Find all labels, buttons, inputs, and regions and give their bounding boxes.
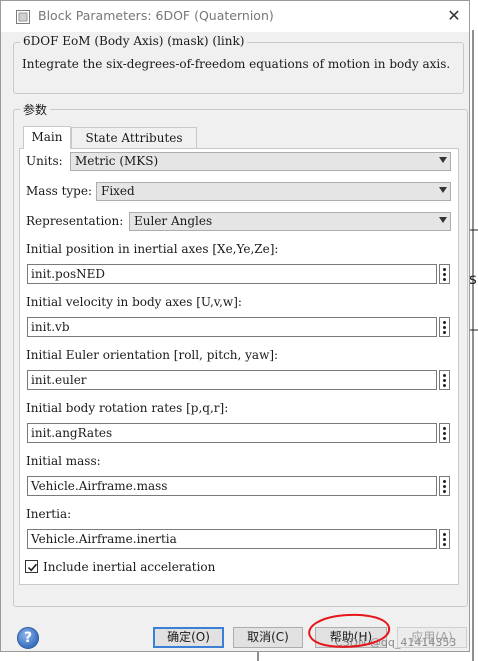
initial-velocity-field[interactable]: init.vb <box>27 317 437 337</box>
initial-mass-field[interactable]: Vehicle.Airframe.mass <box>27 476 437 496</box>
more-options-icon[interactable] <box>439 370 450 390</box>
more-options-icon[interactable] <box>439 317 450 337</box>
initial-velocity-value: init.vb <box>31 320 70 334</box>
representation-label: Representation: <box>26 214 124 228</box>
representation-value: Euler Angles <box>134 214 213 228</box>
initial-rates-field[interactable]: init.angRates <box>27 423 437 443</box>
representation-dropdown[interactable]: Euler Angles <box>129 212 451 231</box>
more-options-icon[interactable] <box>439 264 450 284</box>
chevron-down-icon <box>439 187 447 193</box>
initial-rates-value: init.angRates <box>31 426 113 440</box>
initial-position-label: Initial position in inertial axes [Xe,Ye… <box>26 242 279 256</box>
chevron-down-icon <box>439 217 447 223</box>
more-options-icon[interactable] <box>439 476 450 496</box>
tab-main[interactable]: Main <box>23 126 71 149</box>
more-options-icon[interactable] <box>439 423 450 443</box>
initial-rates-label: Initial body rotation rates [p,q,r]: <box>26 401 229 415</box>
inertia-label: Inertia: <box>26 507 72 521</box>
units-label: Units: <box>26 154 63 168</box>
mask-description-group: 6DOF EoM (Body Axis) (mask) (link) Integ… <box>13 34 464 94</box>
more-options-icon[interactable] <box>439 529 450 549</box>
background-block-text: s <box>469 270 477 288</box>
inertia-field[interactable]: Vehicle.Airframe.inertia <box>27 529 437 549</box>
window-title: Block Parameters: 6DOF (Quaternion) <box>38 8 274 23</box>
initial-euler-label: Initial Euler orientation [roll, pitch, … <box>26 348 279 362</box>
checkmark-icon <box>27 563 38 572</box>
tab-main-label: Main <box>31 130 63 144</box>
title-bar[interactable]: Block Parameters: 6DOF (Quaternion) ✕ <box>1 1 469 32</box>
mask-legend: 6DOF EoM (Body Axis) (mask) (link) <box>20 34 248 48</box>
include-inertial-label: Include inertial acceleration <box>43 560 216 574</box>
mask-description: Integrate the six-degrees-of-freedom equ… <box>22 57 451 71</box>
help-question-icon[interactable]: ? <box>17 627 39 649</box>
tab-state-attributes-label: State Attributes <box>85 131 183 145</box>
inertia-value: Vehicle.Airframe.inertia <box>31 532 177 546</box>
initial-velocity-label: Initial velocity in body axes [U,v,w]: <box>26 295 242 309</box>
mass-type-value: Fixed <box>101 184 135 198</box>
cancel-button[interactable]: 取消(C) <box>233 627 303 648</box>
parameters-legend: 参数 <box>20 101 51 118</box>
mass-type-dropdown[interactable]: Fixed <box>96 182 451 201</box>
tab-state-attributes[interactable]: State Attributes <box>71 127 197 149</box>
ok-button[interactable]: 确定(O) <box>153 627 224 648</box>
close-icon: ✕ <box>447 6 461 25</box>
watermark: CSDN @qq_41414353 <box>335 636 457 649</box>
initial-position-value: init.posNED <box>31 267 105 281</box>
initial-euler-value: init.euler <box>31 373 87 387</box>
units-value: Metric (MKS) <box>75 154 159 168</box>
units-dropdown[interactable]: Metric (MKS) <box>70 152 451 171</box>
initial-mass-value: Vehicle.Airframe.mass <box>31 479 168 493</box>
chevron-down-icon <box>439 157 447 163</box>
block-parameters-icon <box>16 10 30 24</box>
include-inertial-checkbox[interactable] <box>25 560 38 573</box>
initial-position-field[interactable]: init.posNED <box>27 264 437 284</box>
close-button[interactable]: ✕ <box>440 4 468 28</box>
initial-euler-field[interactable]: init.euler <box>27 370 437 390</box>
block-parameters-dialog: Block Parameters: 6DOF (Quaternion) ✕ 6D… <box>0 0 470 652</box>
mass-type-label: Mass type: <box>26 184 92 198</box>
initial-mass-label: Initial mass: <box>26 454 101 468</box>
